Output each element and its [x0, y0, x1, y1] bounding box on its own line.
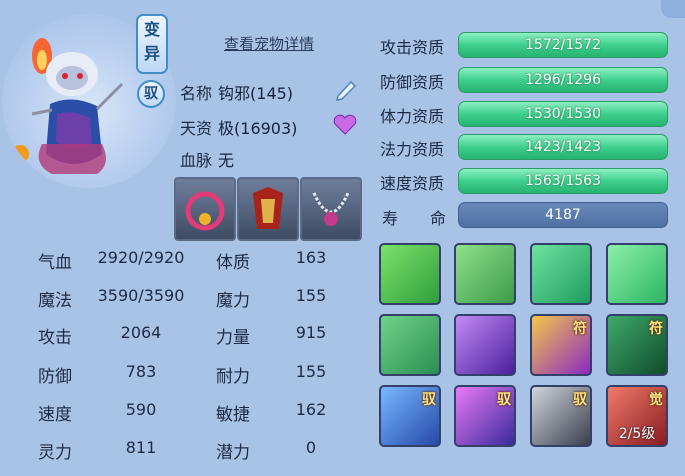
skill-tag: 驭: [573, 392, 587, 408]
pet-name-row: 名称 钩邪(145): [180, 80, 293, 104]
stat-label: 攻击: [38, 328, 72, 348]
golden-blade-skill-icon[interactable]: 符: [530, 314, 592, 376]
variant-badge: 变异: [136, 14, 168, 74]
green-horse-skill-icon[interactable]: 符: [606, 314, 668, 376]
heart-frame-skill-icon[interactable]: [606, 243, 668, 305]
stat-label: 速度: [38, 405, 72, 425]
pet-name-label: 名称: [180, 84, 213, 103]
green-light-skill-icon[interactable]: [530, 243, 592, 305]
aptitude-label: 体力资质: [380, 107, 445, 126]
stat-label: 魔法: [38, 291, 72, 311]
aptitude-bar: 1296/1296: [458, 67, 668, 93]
skill-tag: 符: [573, 321, 587, 337]
stat-label: 魔力: [216, 291, 250, 311]
pet-name-value: 钩邪(145): [218, 84, 294, 103]
stat-label: 灵力: [38, 443, 72, 463]
necklace-equipment-icon[interactable]: [300, 177, 362, 241]
aptitude-label: 法力资质: [380, 140, 445, 159]
stat-value: 915: [295, 323, 327, 342]
stat-label: 耐力: [216, 367, 250, 387]
aptitude-bar: 1563/1563: [458, 168, 668, 194]
aptitude-bar: 1572/1572: [458, 32, 668, 58]
purple-burst-skill-icon[interactable]: [454, 314, 516, 376]
skill-level: 2/5级: [618, 426, 656, 442]
purple-flame-skill-icon[interactable]: 驭: [454, 385, 516, 447]
red-awaken-skill-icon[interactable]: 觉 2/5级: [606, 385, 668, 447]
stat-label: 防御: [38, 367, 72, 387]
edit-name-icon[interactable]: [333, 77, 359, 101]
aptitude-label: 速度资质: [380, 174, 445, 193]
flaming-sword-skill-icon[interactable]: [379, 243, 441, 305]
boot-skill-icon[interactable]: [454, 243, 516, 305]
ride-badge: 驭: [137, 80, 165, 108]
pet-bloodline-label: 血脉: [180, 151, 213, 170]
blue-shield-skill-icon[interactable]: 驭: [379, 385, 441, 447]
pet-talent-label: 天资: [180, 119, 213, 138]
skill-tag: 符: [649, 321, 663, 337]
shield-swirl-skill-icon[interactable]: [379, 314, 441, 376]
stat-value: 163: [295, 248, 327, 267]
stat-value: 162: [295, 400, 327, 419]
gray-claw-skill-icon[interactable]: 驭: [530, 385, 592, 447]
view-pet-details-link[interactable]: 查看宠物详情: [224, 33, 314, 54]
pet-bloodline-value: 无: [218, 151, 235, 170]
pet-talent-value: 极(16903): [218, 119, 298, 138]
stat-value: 2920/2920: [97, 248, 185, 267]
stat-value: 3590/3590: [97, 286, 185, 305]
stat-label: 敏捷: [216, 405, 250, 425]
aptitude-label: 攻击资质: [380, 38, 445, 57]
skill-tag: 觉: [649, 392, 663, 408]
stat-label: 潜力: [216, 443, 250, 463]
stat-value: 0: [305, 438, 317, 457]
close-corner-icon[interactable]: [661, 0, 685, 18]
stat-value: 155: [295, 286, 327, 305]
lifespan-label: 寿 命: [382, 209, 447, 228]
armor-equipment-icon[interactable]: [237, 177, 299, 241]
stat-value: 811: [125, 438, 157, 457]
stat-label: 力量: [216, 328, 250, 348]
stat-label: 体质: [216, 253, 250, 273]
stat-label: 气血: [38, 253, 72, 273]
skill-tag: 驭: [422, 392, 436, 408]
stat-value: 590: [125, 400, 157, 419]
aptitude-label: 防御资质: [380, 73, 445, 92]
pet-talent-row: 天资 极(16903): [180, 115, 297, 139]
pet-info-panel: 变异 驭 查看宠物详情 名称 钩邪(145) 天资 极(16903) 血脉无 气血 2…: [0, 0, 685, 476]
stat-value: 155: [295, 362, 327, 381]
heart-icon[interactable]: [332, 113, 358, 137]
stat-value: 783: [125, 362, 157, 381]
pet-bloodline-row: 血脉无: [180, 147, 234, 171]
aptitude-bar: 1530/1530: [458, 101, 668, 127]
collar-equipment-icon[interactable]: [174, 177, 236, 241]
stat-value: 2064: [120, 323, 162, 342]
lifespan-value: 4187: [458, 202, 668, 228]
aptitude-bar: 1423/1423: [458, 134, 668, 160]
skill-tag: 驭: [497, 392, 511, 408]
